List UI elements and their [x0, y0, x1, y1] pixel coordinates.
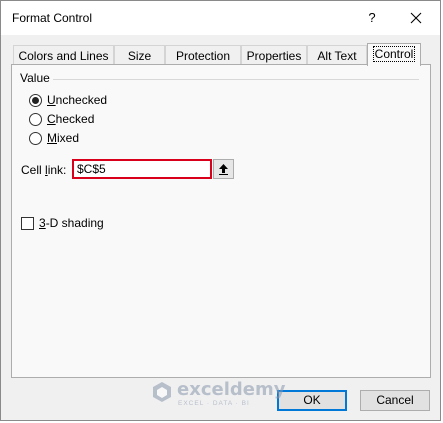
exceldemy-logo-icon	[153, 382, 171, 402]
radio-checked[interactable]: Checked	[29, 111, 94, 127]
close-icon	[410, 12, 422, 24]
radio-label-mixed: Mixed	[47, 131, 80, 145]
radio-unchecked[interactable]: Unchecked	[29, 92, 107, 108]
tab-protection[interactable]: Protection	[165, 45, 241, 65]
radio-label-unchecked: Unchecked	[47, 93, 108, 107]
tab-properties[interactable]: Properties	[241, 45, 307, 65]
3d-shading-option[interactable]: 3-D shading	[21, 216, 104, 230]
title-bar: Format Control ?	[1, 1, 440, 35]
close-button[interactable]	[401, 5, 431, 31]
tab-control[interactable]: Control	[367, 43, 421, 66]
cell-link-input[interactable]	[72, 159, 212, 179]
tab-size[interactable]: Size	[114, 45, 165, 65]
tab-label: Size	[127, 49, 152, 63]
radio-mixed[interactable]: Mixed	[29, 130, 79, 146]
radio-label-checked: Checked	[47, 112, 95, 126]
value-group-label: Value	[20, 71, 50, 85]
exceldemy-watermark: exceldemy EXCEL · DATA · BI	[151, 378, 291, 408]
tab-strip: Colors and Lines Size Protection Propert…	[11, 43, 431, 66]
3d-shading-checkbox[interactable]	[21, 216, 34, 230]
tab-label: Alt Text	[317, 49, 357, 63]
watermark-tagline: EXCEL · DATA · BI	[178, 400, 250, 407]
radio-button-selected[interactable]	[29, 93, 42, 107]
format-control-dialog: Format Control ? Colors and Lines Size P…	[0, 0, 441, 421]
tab-label: Control	[372, 46, 416, 62]
3d-shading-label: 3-D shading	[39, 216, 104, 230]
collapse-dialog-button[interactable]	[213, 159, 234, 179]
tab-alt-text[interactable]: Alt Text	[307, 45, 367, 65]
control-tab-panel: Value Unchecked Checked Mixed Cell link:…	[11, 64, 431, 378]
collapse-dialog-icon	[219, 164, 228, 175]
tab-label: Protection	[175, 49, 231, 63]
tab-colors-and-lines[interactable]: Colors and Lines	[13, 45, 114, 65]
radio-button[interactable]	[29, 131, 42, 145]
dialog-title: Format Control	[12, 11, 93, 25]
tab-label: Colors and Lines	[18, 49, 109, 63]
tab-label: Properties	[246, 49, 302, 63]
group-divider	[53, 79, 419, 80]
watermark-name: exceldemy	[177, 379, 286, 400]
cancel-button[interactable]: Cancel	[360, 390, 430, 411]
cell-link-label: Cell link:	[21, 163, 67, 177]
radio-button[interactable]	[29, 112, 42, 126]
help-button[interactable]: ?	[361, 7, 383, 29]
